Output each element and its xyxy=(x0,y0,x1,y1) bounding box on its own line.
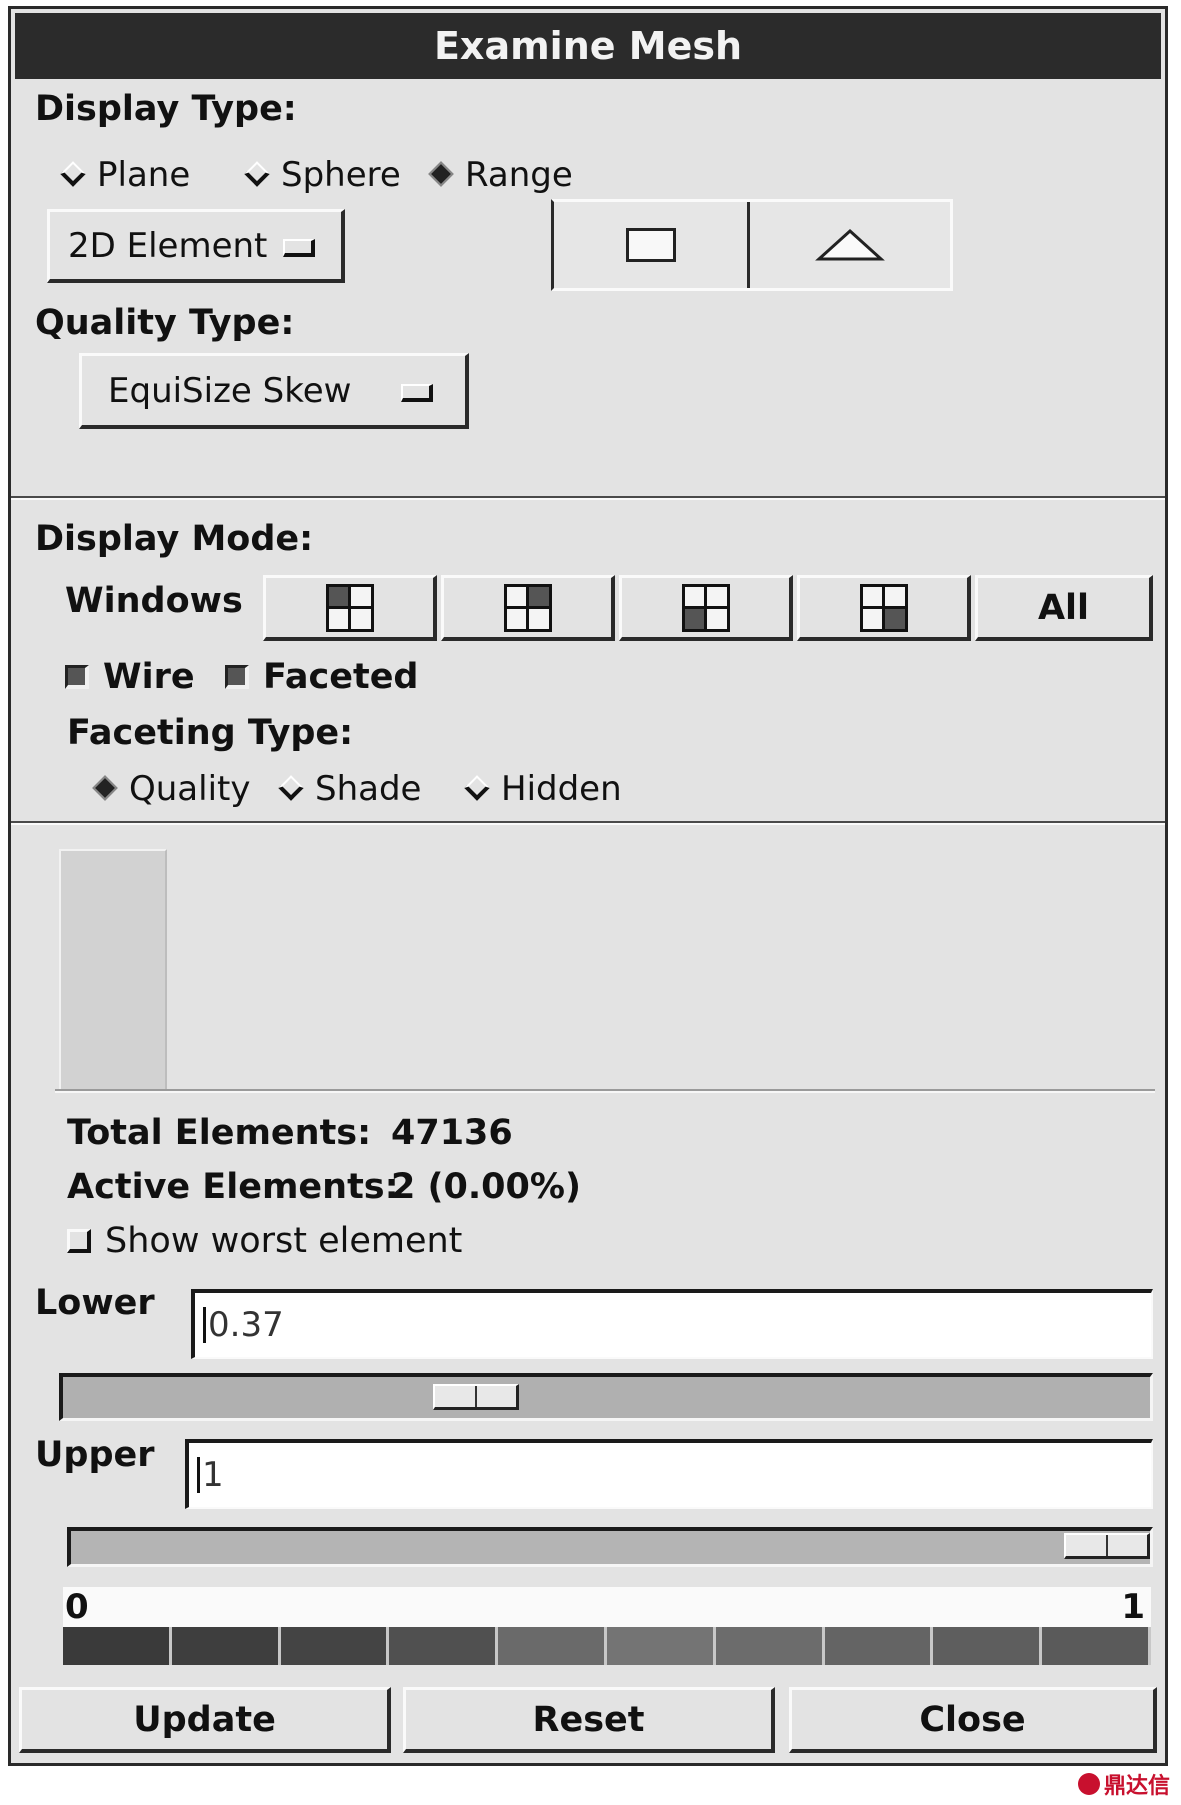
scale-min-label: 0 xyxy=(65,1587,89,1627)
wire-label: Wire xyxy=(103,657,195,697)
radio-quality-label: Quality xyxy=(129,769,251,809)
examine-mesh-dialog: Examine Mesh Display Type: Plane Sphere … xyxy=(8,6,1168,1766)
faceted-checkbox[interactable]: Faceted xyxy=(225,657,418,697)
colormap-cell xyxy=(498,1627,607,1665)
text-cursor xyxy=(203,1307,206,1343)
element-type-menu[interactable]: 2D Element xyxy=(47,209,345,283)
option-menu-indicator-icon xyxy=(401,383,433,402)
radio-sphere-label: Sphere xyxy=(281,155,401,195)
window-bottom-left-button[interactable] xyxy=(619,575,793,641)
radio-hidden-label: Hidden xyxy=(501,769,622,809)
separator xyxy=(11,821,1165,825)
quality-type-menu-label: EquiSize Skew xyxy=(108,370,352,411)
radio-sphere-indicator xyxy=(243,161,270,188)
quality-colormap xyxy=(63,1627,1151,1665)
radio-plane[interactable]: Plane xyxy=(59,155,190,195)
radio-quality[interactable]: Quality xyxy=(91,769,251,809)
lower-value-input[interactable]: 0.37 xyxy=(191,1289,1153,1359)
window-top-right-button[interactable] xyxy=(441,575,615,641)
radio-shade[interactable]: Shade xyxy=(277,769,421,809)
radio-sphere[interactable]: Sphere xyxy=(243,155,401,195)
radio-range-indicator xyxy=(427,161,454,188)
colormap-cell xyxy=(63,1627,172,1665)
radio-hidden[interactable]: Hidden xyxy=(463,769,622,809)
element-type-menu-label: 2D Element xyxy=(68,225,268,266)
window-top-left-button[interactable] xyxy=(263,575,437,641)
window-bottom-right-button[interactable] xyxy=(797,575,971,641)
colormap-cell xyxy=(933,1627,1043,1665)
rectangle-icon xyxy=(625,228,676,262)
wire-checkbox-box xyxy=(65,665,89,689)
upper-label: Upper xyxy=(35,1435,155,1475)
radio-shade-indicator xyxy=(277,775,304,802)
reset-button[interactable]: Reset xyxy=(403,1687,775,1753)
reset-button-label: Reset xyxy=(532,1699,645,1740)
all-windows-label: All xyxy=(1037,587,1090,628)
quality-type-menu[interactable]: EquiSize Skew xyxy=(79,353,469,429)
colormap-cell xyxy=(1042,1627,1151,1665)
total-elements-label: Total Elements: xyxy=(67,1113,372,1153)
shape-toggle-group xyxy=(551,199,953,291)
watermark-text: 鼎达信 xyxy=(1104,1774,1171,1799)
scale-max-label: 1 xyxy=(1121,1587,1145,1627)
window-bottom-right-icon xyxy=(859,583,908,632)
close-button[interactable]: Close xyxy=(789,1687,1157,1753)
colormap-cell xyxy=(715,1627,825,1665)
color-scale-labels: 0 1 xyxy=(63,1587,1151,1627)
display-mode-label: Display Mode: xyxy=(35,519,314,559)
upper-slider[interactable] xyxy=(67,1527,1153,1567)
triangle-icon xyxy=(815,228,885,261)
triangle-shape-button[interactable] xyxy=(750,202,950,288)
window-top-left-icon xyxy=(325,583,374,632)
display-type-label: Display Type: xyxy=(35,89,297,129)
radio-plane-indicator xyxy=(59,161,86,188)
dialog-title: Examine Mesh xyxy=(15,13,1161,79)
all-windows-button[interactable]: All xyxy=(975,575,1153,641)
colormap-cell xyxy=(171,1627,281,1665)
faceting-type-label: Faceting Type: xyxy=(67,713,354,753)
window-bottom-left-icon xyxy=(681,583,730,632)
quality-type-label: Quality Type: xyxy=(35,303,295,343)
lower-slider-thumb[interactable] xyxy=(433,1384,519,1410)
histogram-baseline xyxy=(55,1089,1155,1093)
upper-value-text: 1 xyxy=(202,1455,224,1495)
upper-value-input[interactable]: 1 xyxy=(185,1439,1153,1509)
radio-range-label: Range xyxy=(465,155,573,195)
rectangle-shape-button[interactable] xyxy=(554,202,750,288)
colormap-cell xyxy=(824,1627,934,1665)
separator xyxy=(11,496,1165,500)
window-top-right-icon xyxy=(503,583,552,632)
watermark-icon xyxy=(1078,1773,1100,1795)
close-button-label: Close xyxy=(919,1699,1026,1740)
windows-label: Windows xyxy=(65,581,243,621)
radio-plane-label: Plane xyxy=(97,155,191,195)
lower-value-text: 0.37 xyxy=(208,1305,284,1345)
update-button-label: Update xyxy=(133,1699,276,1740)
colormap-cell xyxy=(280,1627,390,1665)
lower-label: Lower xyxy=(35,1283,155,1323)
active-elements-label: Active Elements: xyxy=(67,1167,399,1207)
show-worst-element-label: Show worst element xyxy=(105,1221,463,1261)
radio-range[interactable]: Range xyxy=(427,155,573,195)
faceted-label: Faceted xyxy=(263,657,419,697)
show-worst-element-box xyxy=(67,1229,91,1253)
quality-histogram xyxy=(51,841,1155,1095)
lower-slider[interactable] xyxy=(59,1373,1153,1421)
total-elements-value: 47136 xyxy=(391,1113,513,1153)
wire-checkbox[interactable]: Wire xyxy=(65,657,195,697)
watermark-logo: 鼎达信 xyxy=(1078,1768,1170,1800)
update-button[interactable]: Update xyxy=(19,1687,391,1753)
faceted-checkbox-box xyxy=(225,665,249,689)
radio-shade-label: Shade xyxy=(315,769,422,809)
radio-quality-indicator xyxy=(91,775,118,802)
upper-slider-thumb[interactable] xyxy=(1064,1533,1150,1559)
show-worst-element-checkbox[interactable]: Show worst element xyxy=(67,1221,462,1261)
colormap-cell xyxy=(389,1627,499,1665)
active-elements-value: 2 (0.00%) xyxy=(391,1167,581,1207)
option-menu-indicator-icon xyxy=(283,238,315,257)
histogram-bar xyxy=(59,849,167,1091)
colormap-cell xyxy=(606,1627,716,1665)
radio-hidden-indicator xyxy=(463,775,490,802)
text-cursor xyxy=(197,1457,200,1493)
